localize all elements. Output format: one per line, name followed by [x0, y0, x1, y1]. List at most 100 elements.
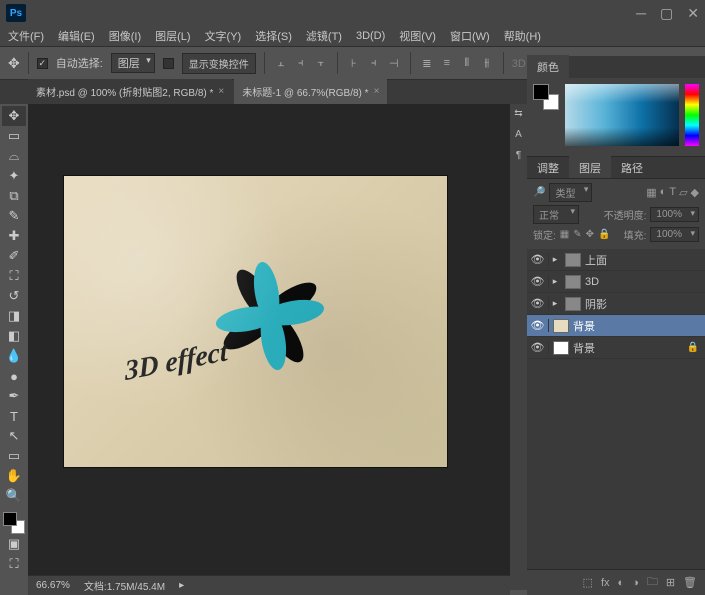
opacity-input[interactable]: 100% — [650, 207, 699, 222]
wand-tool[interactable]: ✦ — [2, 166, 26, 186]
brush-tool[interactable]: ✐ — [2, 246, 26, 266]
filter-shape-icon[interactable]: ▱ — [679, 186, 687, 199]
align-vcenter-icon[interactable]: ⫞ — [293, 55, 309, 71]
marquee-tool[interactable]: ▭ — [2, 126, 26, 146]
lock-all-icon[interactable]: 🔒 — [598, 229, 610, 240]
fg-bg-color[interactable] — [3, 512, 25, 534]
rail-icon[interactable]: A — [515, 129, 522, 140]
align-hcenter-icon[interactable]: ⫞ — [366, 55, 382, 71]
menu-edit[interactable]: 编辑(E) — [58, 28, 95, 44]
layer-row[interactable]: 👁 ▸ 上面 — [527, 249, 705, 271]
link-layers-icon[interactable]: ⬚ — [583, 576, 593, 589]
filter-type-icon[interactable]: T — [669, 186, 676, 199]
fx-icon[interactable]: fx — [601, 577, 610, 589]
lasso-tool[interactable]: ⌓ — [2, 146, 26, 166]
menu-window[interactable]: 窗口(W) — [450, 28, 490, 44]
close-button[interactable]: ✕ — [687, 5, 699, 22]
doc-tab-2[interactable]: 未标题-1 @ 66.7%(RGB/8) * × — [234, 79, 387, 104]
type-tool[interactable]: T — [2, 406, 26, 426]
stamp-tool[interactable]: ⛶ — [2, 266, 26, 286]
filter-adjust-icon[interactable]: ◐ — [660, 186, 667, 199]
panel-fgbg[interactable] — [533, 84, 559, 110]
visibility-icon[interactable]: 👁 — [527, 341, 549, 354]
menu-type[interactable]: 文字(Y) — [205, 28, 242, 44]
layer-row[interactable]: 👁 ▸ 阴影 — [527, 293, 705, 315]
visibility-icon[interactable]: 👁 — [527, 275, 549, 288]
filter-type-dropdown[interactable]: 类型 — [549, 183, 592, 202]
close-icon[interactable]: × — [374, 86, 380, 97]
doc-size[interactable]: 文档:1.75M/45.4M — [84, 578, 165, 593]
new-group-icon[interactable]: 🗀 — [647, 573, 658, 592]
document-canvas[interactable]: 3D effect — [64, 176, 447, 467]
eraser-tool[interactable]: ◨ — [2, 306, 26, 326]
lock-trans-icon[interactable]: ▦ — [560, 229, 569, 240]
crop-tool[interactable]: ⧉ — [2, 186, 26, 206]
layers-tab[interactable]: 图层 — [569, 156, 611, 180]
hue-slider[interactable] — [685, 84, 699, 146]
path-tool[interactable]: ↖ — [2, 426, 26, 446]
visibility-icon[interactable]: 👁 — [527, 319, 549, 332]
filter-smart-icon[interactable]: ◆ — [691, 186, 699, 199]
zoom-tool[interactable]: 🔍 — [2, 486, 26, 506]
move-tool[interactable]: ✥ — [2, 106, 26, 126]
layer-row[interactable]: 👁 背景 🔒 — [527, 337, 705, 359]
paths-tab[interactable]: 路径 — [611, 156, 653, 180]
menu-select[interactable]: 选择(S) — [255, 28, 292, 44]
dist-4-icon[interactable]: ⫵ — [479, 55, 495, 71]
foreground-color[interactable] — [3, 512, 17, 526]
shape-tool[interactable]: ▭ — [2, 446, 26, 466]
new-layer-icon[interactable]: ⊞ — [666, 576, 675, 589]
auto-select-checkbox[interactable]: ✓ — [37, 58, 48, 69]
blur-tool[interactable]: 💧 — [2, 346, 26, 366]
canvas-area[interactable]: 3D effect — [28, 104, 510, 575]
adjust-tab[interactable]: 调整 — [527, 156, 569, 180]
menu-help[interactable]: 帮助(H) — [504, 28, 541, 44]
dist-2-icon[interactable]: ≡ — [439, 55, 455, 71]
minimize-button[interactable]: ─ — [636, 5, 646, 22]
align-right-icon[interactable]: ⊣ — [386, 55, 402, 71]
layer-row[interactable]: 👁 背景 — [527, 315, 705, 337]
pen-tool[interactable]: ✒ — [2, 386, 26, 406]
dist-1-icon[interactable]: ≣ — [419, 55, 435, 71]
new-adjust-icon[interactable]: ◑ — [632, 577, 639, 589]
fill-input[interactable]: 100% — [650, 227, 699, 242]
color-spectrum[interactable] — [565, 84, 679, 146]
layer-row[interactable]: 👁 ▸ 3D — [527, 271, 705, 293]
expand-icon[interactable]: ▸ — [549, 254, 561, 265]
status-arrow-icon[interactable]: ▸ — [179, 580, 184, 591]
expand-icon[interactable]: ▸ — [549, 276, 561, 287]
filter-pixel-icon[interactable]: ▦ — [646, 186, 656, 199]
rail-icon[interactable]: ⇆ — [514, 108, 522, 119]
lock-paint-icon[interactable]: ✎ — [573, 229, 581, 240]
gradient-tool[interactable]: ◧ — [2, 326, 26, 346]
show-controls-checkbox[interactable] — [163, 58, 174, 69]
menu-3d[interactable]: 3D(D) — [356, 30, 385, 42]
expand-icon[interactable]: ▸ — [549, 298, 561, 309]
filter-icon[interactable]: 🔎 — [533, 187, 545, 198]
menu-layer[interactable]: 图层(L) — [155, 28, 190, 44]
close-icon[interactable]: × — [218, 86, 224, 97]
menu-file[interactable]: 文件(F) — [8, 28, 44, 44]
align-top-icon[interactable]: ⫠ — [273, 55, 289, 71]
dodge-tool[interactable]: ● — [2, 366, 26, 386]
align-bottom-icon[interactable]: ⫟ — [313, 55, 329, 71]
menu-image[interactable]: 图像(I) — [109, 28, 141, 44]
screenmode-tool[interactable]: ⛶ — [2, 554, 26, 574]
quickmask-tool[interactable]: ▣ — [2, 534, 26, 554]
hand-tool[interactable]: ✋ — [2, 466, 26, 486]
mask-icon[interactable]: ◐ — [618, 577, 625, 589]
doc-tab-1[interactable]: 素材.psd @ 100% (折射贴图2, RGB/8) * × — [28, 79, 232, 104]
color-tab[interactable]: 颜色 — [527, 55, 569, 79]
menu-filter[interactable]: 滤镜(T) — [306, 28, 342, 44]
heal-tool[interactable]: ✚ — [2, 226, 26, 246]
maximize-button[interactable]: ▢ — [660, 5, 673, 22]
visibility-icon[interactable]: 👁 — [527, 297, 549, 310]
dist-3-icon[interactable]: ⫴ — [459, 55, 475, 71]
zoom-level[interactable]: 66.67% — [36, 580, 70, 591]
rail-icon[interactable]: ¶ — [516, 150, 521, 161]
lock-pos-icon[interactable]: ✥ — [586, 229, 594, 240]
panel-fg-color[interactable] — [533, 84, 549, 100]
blend-mode-dropdown[interactable]: 正常 — [533, 205, 579, 224]
delete-layer-icon[interactable]: 🗑 — [683, 576, 697, 589]
menu-view[interactable]: 视图(V) — [399, 28, 436, 44]
